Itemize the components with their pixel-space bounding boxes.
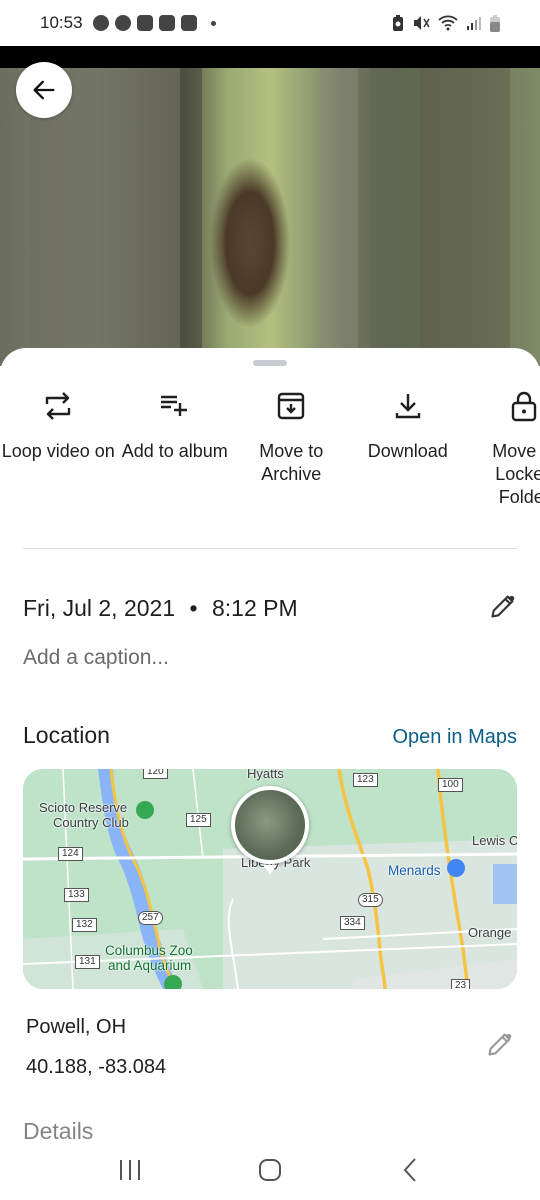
map-label-zoo-2: and Aquarium	[108, 958, 192, 973]
download-button[interactable]: Download	[350, 388, 467, 509]
playlist-add-icon	[160, 395, 187, 416]
recents-icon	[120, 1160, 140, 1180]
date-separator: •	[189, 595, 198, 621]
photo-top-band	[0, 46, 540, 68]
add-to-album-button[interactable]: Add to album	[117, 388, 234, 509]
shopping-pin-icon	[447, 859, 465, 877]
golf-pin-icon	[136, 801, 154, 819]
map-label-lewis-center: Lewis Center	[472, 833, 517, 848]
download-label: Download	[367, 441, 448, 461]
battery-icon	[490, 15, 500, 32]
battery-saver-icon	[393, 15, 403, 31]
navigation-bar	[0, 1140, 540, 1200]
date-row: Fri, Jul 2, 2021 • 8:12 PM	[23, 592, 517, 625]
move-to-archive-label: Move to Archive	[259, 441, 324, 484]
map-label-scioto-2: Country Club	[53, 815, 129, 830]
route-shield: 315	[358, 893, 383, 907]
groupme-icon	[180, 15, 197, 31]
location-header: Location Open in Maps	[23, 722, 517, 749]
photo-location-pin-tail	[263, 865, 277, 874]
map-label-zoo: Columbus Zoo	[105, 943, 193, 958]
loop-video-button[interactable]: Loop video on	[0, 388, 117, 509]
route-shield: 131	[75, 955, 100, 969]
signal-icon	[467, 17, 481, 30]
info-sheet: Loop video on Add to album Move to Archi…	[0, 348, 540, 1200]
home-icon	[259, 1159, 281, 1181]
pencil-icon	[488, 1033, 512, 1056]
time-value: 8:12 PM	[211, 595, 298, 621]
location-map[interactable]: Hyatts Scioto Reserve Country Club Liber…	[23, 769, 517, 989]
groupme-icon	[136, 15, 153, 31]
divider	[23, 548, 517, 549]
photo-viewer[interactable]	[0, 46, 540, 366]
map-label-scioto: Scioto Reserve	[39, 800, 128, 815]
place-name: Powell, OH	[26, 1016, 127, 1038]
edit-date-button[interactable]	[489, 592, 517, 625]
archive-icon	[278, 392, 305, 420]
map-label-orange: Orange	[468, 925, 512, 940]
arrow-left-icon	[33, 80, 55, 100]
route-shield: 123	[353, 773, 378, 787]
groupme-icon	[158, 15, 175, 31]
more-dot-icon	[210, 20, 216, 26]
mute-icon	[414, 16, 430, 30]
home-button[interactable]	[240, 1150, 300, 1190]
map-label-hyatts: Hyatts	[247, 769, 284, 781]
photo-location-pin[interactable]	[231, 786, 309, 864]
route-shield: 23	[451, 979, 471, 989]
route-shield: 257	[138, 911, 163, 925]
loop-video-label: Loop video on	[1, 441, 115, 461]
recents-button[interactable]	[100, 1150, 160, 1190]
actions-row: Loop video on Add to album Move to Archi…	[0, 388, 540, 509]
route-shield: 125	[186, 813, 211, 827]
open-in-maps-link[interactable]: Open in Maps	[392, 726, 517, 749]
zoo-pin-icon	[164, 975, 182, 989]
status-time: 10:53	[40, 13, 83, 32]
move-to-archive-button[interactable]: Move to Archive	[233, 388, 350, 509]
back-icon	[403, 1158, 416, 1182]
map-label-menards: Menards	[388, 863, 441, 878]
route-shield: 133	[64, 888, 89, 902]
download-icon	[395, 394, 420, 419]
status-bar: 10:53	[0, 0, 540, 46]
repeat-icon	[46, 392, 71, 420]
wifi-icon	[438, 15, 458, 31]
samsung-circle-icon	[92, 15, 109, 31]
chat-bubble-icon	[114, 15, 131, 31]
route-shield: 120	[143, 769, 168, 779]
lock-icon	[512, 391, 537, 422]
back-nav-button[interactable]	[380, 1150, 440, 1190]
edit-location-button[interactable]	[486, 1030, 514, 1063]
route-shield: 124	[58, 847, 83, 861]
route-shield: 100	[438, 778, 463, 792]
pencil-icon	[491, 595, 515, 618]
date-value: Fri, Jul 2, 2021	[23, 595, 176, 621]
sheet-drag-handle[interactable]	[253, 360, 287, 366]
coordinates: 40.188, -83.084	[26, 1056, 167, 1078]
add-to-album-label: Add to album	[121, 441, 228, 461]
move-to-locked-folder-label: Move to Locked Folder	[492, 441, 540, 507]
caption-input[interactable]: Add a caption...	[23, 646, 169, 670]
route-shield: 334	[340, 916, 365, 930]
date-text: Fri, Jul 2, 2021 • 8:12 PM	[23, 595, 298, 622]
back-button[interactable]	[16, 62, 72, 118]
route-shield: 132	[72, 918, 97, 932]
location-title: Location	[23, 722, 110, 748]
owl-photo	[0, 68, 540, 366]
move-to-locked-folder-button[interactable]: Move to Locked Folder	[466, 388, 540, 509]
